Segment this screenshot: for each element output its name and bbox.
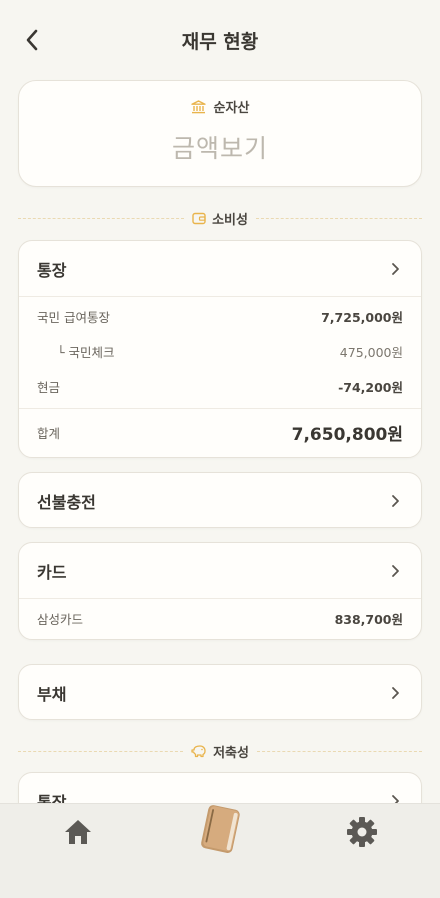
account-amount: 475,000원 [339, 345, 403, 360]
account-amount: -74,200원 [338, 380, 403, 395]
chevron-right-icon [387, 493, 403, 509]
card-row[interactable]: 삼성카드 838,700원 [19, 601, 421, 636]
prepaid-section-card: 선불충전 [18, 472, 422, 528]
prepaid-section-title: 선불충전 [37, 492, 96, 512]
page-title: 재무 현황 [181, 30, 259, 53]
savings-divider-label: 저축성 [213, 745, 249, 761]
bank-section-card: 통장 국민 급여통장 7,725,000원 └ 국민체크 475,000원 현금… [18, 240, 422, 458]
divider-line [256, 750, 423, 752]
debt-section-card: 부채 [18, 664, 422, 720]
card-list: 삼성카드 838,700원 [19, 598, 421, 636]
consumption-divider: 소비성 [18, 207, 423, 229]
card-section-header[interactable]: 카드 [19, 543, 421, 598]
chevron-right-icon [387, 563, 403, 579]
show-amount-button[interactable]: 금액보기 [19, 129, 421, 165]
piggy-bank-icon [191, 745, 206, 758]
chevron-left-icon [26, 29, 38, 51]
net-assets-label: 순자산 [213, 101, 250, 116]
net-assets-card: 순자산 금액보기 [18, 80, 422, 187]
prepaid-section-header[interactable]: 선불충전 [19, 473, 421, 528]
bank-section-title: 통장 [37, 260, 67, 280]
wallet-icon [192, 212, 206, 224]
gear-icon [347, 817, 377, 847]
card-section-card: 카드 삼성카드 838,700원 [18, 542, 422, 640]
account-name: 국민 급여통장 [37, 310, 110, 325]
consumption-divider-label: 소비성 [212, 212, 248, 228]
account-row[interactable]: └ 국민체크 475,000원 [19, 334, 421, 369]
account-row[interactable]: 현금 -74,200원 [19, 369, 421, 404]
bank-account-list: 국민 급여통장 7,725,000원 └ 국민체크 475,000원 현금 -7… [19, 296, 421, 455]
back-button[interactable] [16, 24, 48, 56]
savings-divider-label-wrap: 저축성 [183, 742, 257, 761]
bank-icon [190, 99, 206, 113]
ledger-tab[interactable] [198, 804, 242, 858]
debt-section-title: 부채 [37, 684, 67, 704]
chevron-right-icon [387, 685, 403, 701]
card-section-title: 카드 [37, 562, 67, 582]
divider-line [255, 217, 423, 219]
chevron-right-icon [387, 261, 403, 277]
total-label: 합계 [37, 425, 61, 441]
card-amount: 838,700원 [334, 612, 403, 627]
home-icon [65, 820, 91, 844]
ledger-book-icon [201, 805, 240, 853]
divider-line [18, 217, 185, 219]
account-name: └ 국민체크 [57, 345, 115, 360]
total-amount: 7,650,800원 [291, 424, 403, 445]
bank-section-header[interactable]: 통장 [19, 241, 421, 296]
debt-section-header[interactable]: 부채 [19, 665, 421, 720]
account-row[interactable]: 국민 급여통장 7,725,000원 [19, 299, 421, 334]
savings-divider: 저축성 [18, 740, 423, 762]
app-header: 재무 현황 [0, 0, 440, 80]
net-assets-label-wrap: 순자산 [19, 97, 421, 116]
consumption-divider-label-wrap: 소비성 [184, 209, 256, 228]
settings-tab[interactable] [345, 815, 379, 849]
account-amount: 7,725,000원 [321, 310, 403, 325]
home-tab[interactable] [62, 816, 94, 848]
divider-line [18, 750, 184, 752]
card-name: 삼성카드 [37, 612, 84, 627]
bank-total-row: 합계 7,650,800원 [19, 408, 421, 455]
account-name: 현금 [37, 380, 61, 395]
bottom-tab-bar [0, 803, 440, 898]
